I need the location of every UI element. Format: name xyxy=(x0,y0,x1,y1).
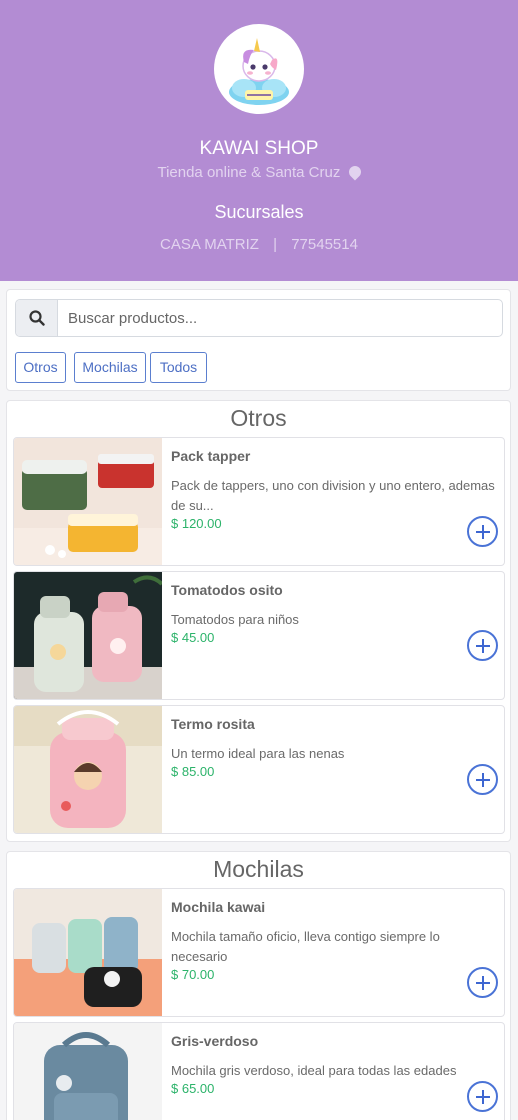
product-description: Pack de tappers, uno con division y uno … xyxy=(171,478,495,513)
product-image xyxy=(14,572,162,699)
product-image xyxy=(14,1023,162,1120)
product-price: $ 45.00 xyxy=(171,630,215,645)
branch-phone[interactable]: 77545514 xyxy=(291,236,358,253)
add-to-cart-button[interactable] xyxy=(467,764,498,795)
product-price: $ 85.00 xyxy=(171,764,215,779)
product-price: $ 120.00 xyxy=(171,516,222,531)
product-card[interactable]: Tomatodos osito Tomatodos para niños $ 4… xyxy=(13,571,505,700)
product-description: Un termo ideal para las nenas xyxy=(171,746,345,761)
branches-title: Sucursales xyxy=(214,202,304,222)
product-price: $ 70.00 xyxy=(171,967,215,982)
add-to-cart-button[interactable] xyxy=(467,516,498,547)
category-section-mochilas: Mochilas Mochila kawai Mochila tamaño of… xyxy=(6,851,511,1120)
search-group xyxy=(15,299,503,337)
category-section-otros: Otros Pack tapper Pack de tappers, uno c… xyxy=(6,400,511,842)
product-card[interactable]: Pack tapper Pack de tappers, uno con div… xyxy=(13,437,505,566)
product-description: Tomatodos para niños xyxy=(171,612,299,627)
product-card[interactable]: Gris-verdoso Mochila gris verdoso, ideal… xyxy=(13,1022,505,1120)
product-name[interactable]: Gris-verdoso xyxy=(171,1033,258,1049)
shop-tagline: Tienda online & Santa Cruz xyxy=(0,163,518,181)
product-name[interactable]: Mochila kawai xyxy=(171,899,265,915)
product-image xyxy=(14,438,162,565)
backpack-image xyxy=(14,1023,162,1120)
search-addon[interactable] xyxy=(16,300,58,336)
branch-info: CASA MATRIZ | 77545514 xyxy=(0,236,518,253)
store-header: KAWAI SHOP Tienda online & Santa Cruz Su… xyxy=(0,0,518,281)
filter-chip-todos[interactable]: Todos xyxy=(150,352,207,383)
section-title: Otros xyxy=(230,405,287,431)
product-description: Mochila tamaño oficio, lleva contigo sie… xyxy=(171,929,440,964)
product-name[interactable]: Pack tapper xyxy=(171,448,250,464)
lunchbox-image xyxy=(14,438,162,565)
product-name[interactable]: Termo rosita xyxy=(171,716,255,732)
filter-chip-mochilas[interactable]: Mochilas xyxy=(74,352,146,383)
product-image xyxy=(14,706,162,833)
location-pin-icon xyxy=(346,163,364,181)
branch-separator: | xyxy=(273,236,278,253)
product-card[interactable]: Termo rosita Un termo ideal para las nen… xyxy=(13,705,505,834)
section-title: Mochilas xyxy=(213,856,304,882)
search-icon xyxy=(29,310,45,326)
shop-name: KAWAI SHOP xyxy=(199,138,319,159)
thermos-image xyxy=(14,706,162,833)
product-card[interactable]: Mochila kawai Mochila tamaño oficio, lle… xyxy=(13,888,505,1017)
add-to-cart-button[interactable] xyxy=(467,1081,498,1112)
filter-chip-otros[interactable]: Otros xyxy=(15,352,66,383)
unicorn-logo-icon xyxy=(229,38,289,105)
product-description: Mochila gris verdoso, ideal para todas l… xyxy=(171,1063,457,1078)
search-card: Otros Mochilas Todos xyxy=(6,289,511,391)
search-input[interactable] xyxy=(68,300,498,336)
add-to-cart-button[interactable] xyxy=(467,967,498,998)
branch-name[interactable]: CASA MATRIZ xyxy=(160,236,259,253)
backpacks-image xyxy=(14,889,162,1016)
tagline-text: Tienda online & Santa Cruz xyxy=(157,164,341,181)
product-name[interactable]: Tomatodos osito xyxy=(171,582,283,598)
bottle-image xyxy=(14,572,162,699)
store-logo xyxy=(214,24,304,114)
product-image xyxy=(14,889,162,1016)
product-price: $ 65.00 xyxy=(171,1081,215,1096)
add-to-cart-button[interactable] xyxy=(467,630,498,661)
